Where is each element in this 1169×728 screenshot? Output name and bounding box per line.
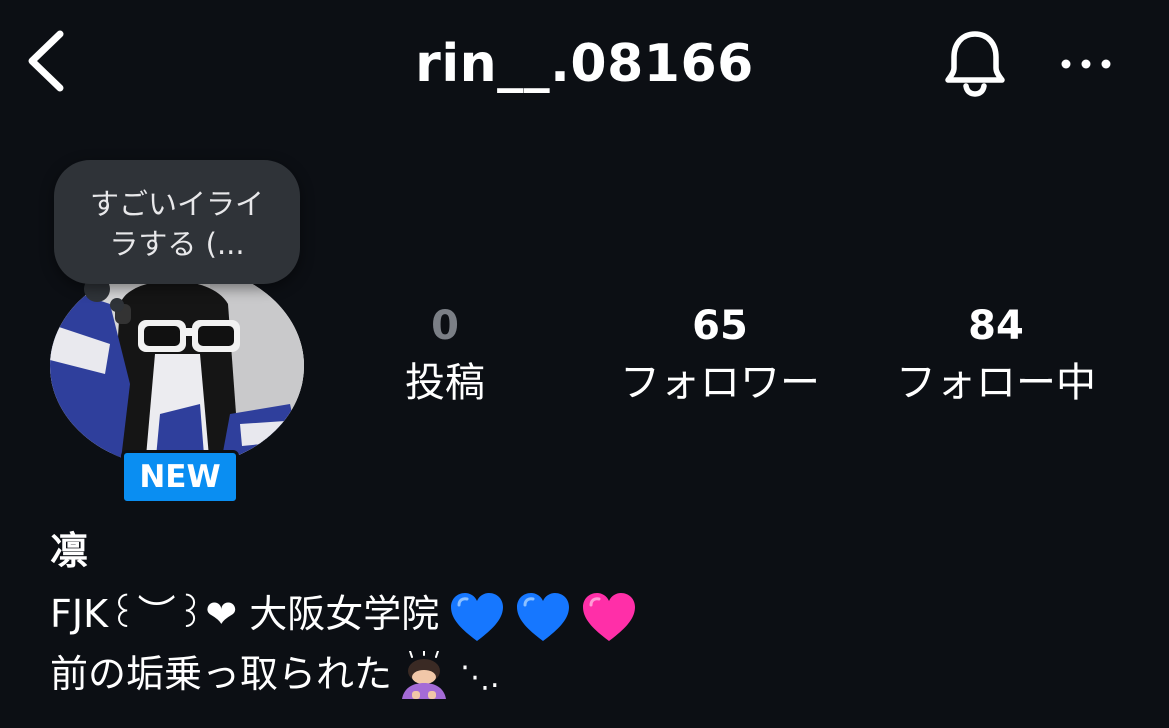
posts-count: 0 — [431, 303, 459, 349]
bio-line-2: 前の垢乗っ取られた ⋱. — [50, 646, 500, 706]
note-bubble-tail-small — [110, 298, 124, 312]
bio-line-1-text: FJK꒰︶꒱❤ 大阪女学院 — [50, 592, 440, 636]
bell-icon[interactable] — [940, 28, 1010, 98]
stat-following[interactable]: 84 フォロー中 — [880, 300, 1112, 414]
stat-posts[interactable]: 0 投稿 — [360, 300, 530, 414]
bio-line-2-suffix: ⋱. — [460, 660, 500, 695]
more-options-icon[interactable] — [1056, 46, 1116, 82]
note-text: すごいイライ ラする (... — [89, 187, 264, 261]
bio-line-1: FJK꒰︶꒱❤ 大阪女学院 — [50, 586, 637, 643]
stat-followers[interactable]: 65 フォロワー — [600, 300, 840, 414]
blue-heart-icon — [451, 592, 504, 641]
pink-heart-icon — [583, 592, 636, 641]
display-name: 凛 — [50, 529, 89, 573]
new-story-badge: NEW — [121, 450, 239, 504]
following-count: 84 — [968, 303, 1024, 349]
followers-count: 65 — [692, 303, 748, 349]
posts-label: 投稿 — [405, 360, 485, 406]
blue-heart-icon — [517, 592, 570, 641]
bio-line-2-text: 前の垢乗っ取られた — [50, 652, 393, 696]
followers-label: フォロワー — [620, 360, 820, 406]
person-bowing-icon — [402, 650, 447, 699]
back-chevron-icon[interactable] — [22, 28, 70, 94]
following-label: フォロー中 — [896, 360, 1096, 406]
